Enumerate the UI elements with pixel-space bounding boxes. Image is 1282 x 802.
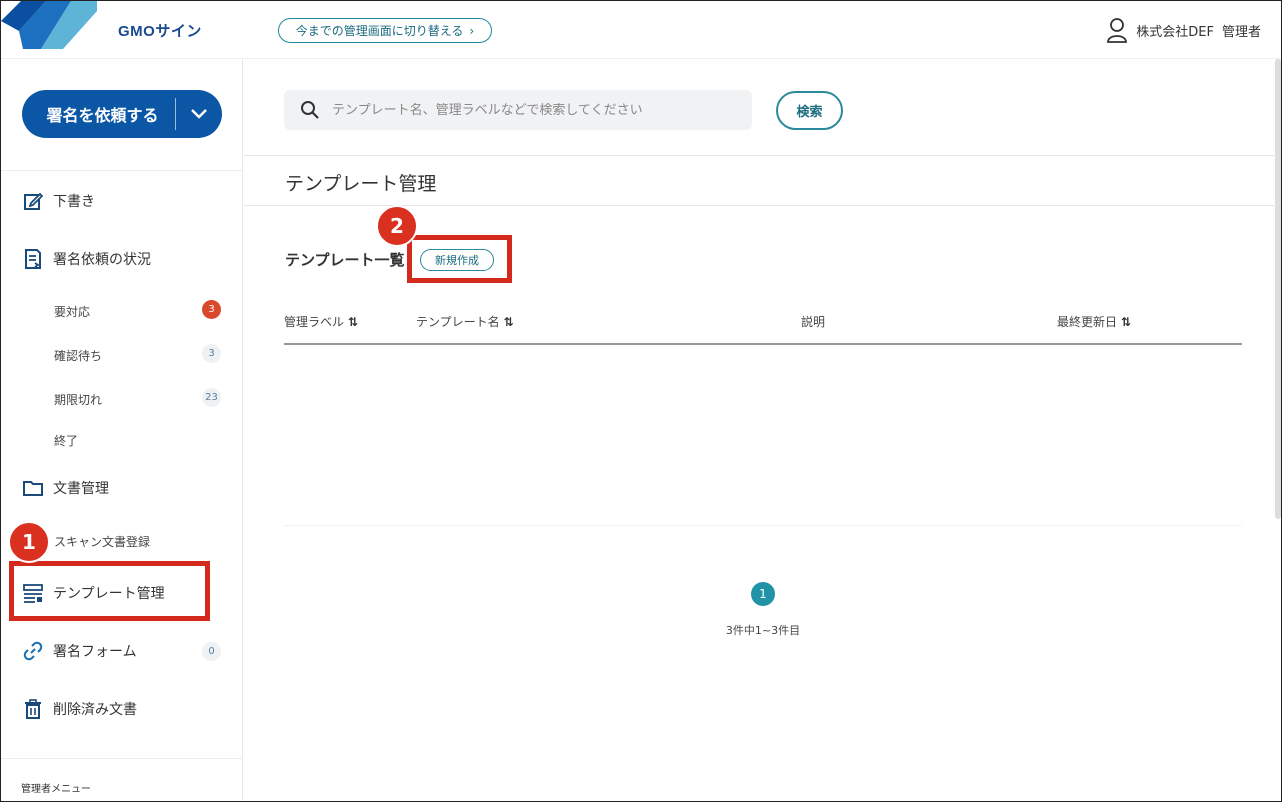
step-badge-2: 2 bbox=[376, 205, 418, 247]
logo-text[interactable]: GMOサイン bbox=[118, 20, 202, 41]
request-signature-label: 署名を依頼する bbox=[46, 106, 159, 125]
column-header-description: 説明 bbox=[801, 313, 825, 330]
table-bottom-line bbox=[284, 525, 1242, 526]
sidebar-item-status[interactable]: 署名依頼の状況 bbox=[23, 249, 151, 269]
column-header-updated[interactable]: 最終更新日 ⇅ bbox=[1057, 313, 1131, 330]
highlight-box-step1 bbox=[9, 561, 210, 621]
user-icon bbox=[1107, 18, 1128, 43]
sidebar-subitem-scan-register[interactable]: スキャン文書登録 bbox=[54, 533, 150, 550]
highlight-box-step2 bbox=[407, 235, 512, 283]
switch-legacy-label: 今までの管理画面に切り替える bbox=[295, 24, 464, 38]
sidebar-item-deleted[interactable]: 削除済み文書 bbox=[23, 699, 137, 719]
search-icon bbox=[301, 101, 319, 119]
sidebar-item-label: 文書管理 bbox=[53, 481, 109, 497]
sidebar-item-label: 署名フォーム bbox=[53, 644, 137, 660]
folder-icon bbox=[23, 481, 43, 496]
sidebar: 署名を依頼する 下書き 署名依頼の状況 要対応 3 確認待ち 3 期限切れ 23… bbox=[1, 59, 243, 801]
document-list-icon bbox=[25, 249, 41, 269]
column-header-template-name[interactable]: テンプレート名 ⇅ bbox=[416, 313, 514, 330]
sidebar-subitem-expired[interactable]: 期限切れ bbox=[54, 391, 102, 408]
chevron-right-icon: › bbox=[469, 23, 475, 38]
count-badge: 23 bbox=[202, 388, 221, 407]
sidebar-divider bbox=[1, 170, 242, 171]
sidebar-item-label: 署名依頼の状況 bbox=[53, 252, 151, 268]
sort-icon: ⇅ bbox=[503, 314, 514, 329]
content-divider bbox=[244, 155, 1277, 156]
column-header-text: 説明 bbox=[801, 315, 826, 329]
sidebar-item-documents[interactable]: 文書管理 bbox=[23, 478, 109, 498]
sidebar-subitem-finished[interactable]: 終了 bbox=[54, 432, 78, 449]
page-title: テンプレート管理 bbox=[285, 173, 437, 195]
template-list-title: テンプレート一覧 bbox=[285, 251, 405, 269]
sidebar-item-label: 削除済み文書 bbox=[53, 702, 137, 718]
user-role: 管理者 bbox=[1221, 24, 1261, 40]
step-badge-1: 1 bbox=[8, 521, 50, 563]
user-menu[interactable]: 株式会社DEF 管理者 bbox=[1106, 17, 1261, 43]
chevron-down-icon[interactable] bbox=[176, 108, 222, 120]
trash-icon bbox=[25, 699, 41, 719]
pagination-info: 3件中1~3件目 bbox=[725, 624, 801, 637]
search-button[interactable]: 検索 bbox=[776, 91, 843, 130]
count-badge: 3 bbox=[202, 300, 221, 319]
scrollbar[interactable] bbox=[1275, 59, 1281, 519]
company-name: 株式会社DEF bbox=[1136, 24, 1214, 40]
search-bar bbox=[284, 90, 752, 130]
sidebar-item-drafts[interactable]: 下書き bbox=[23, 191, 95, 211]
sidebar-subitem-action-required[interactable]: 要対応 bbox=[54, 303, 90, 320]
gmo-logo-icon[interactable] bbox=[1, 1, 101, 51]
app-header: GMOサイン 今までの管理画面に切り替える › 株式会社DEF 管理者 bbox=[1, 1, 1281, 59]
edit-icon bbox=[24, 192, 43, 210]
sort-icon: ⇅ bbox=[348, 314, 359, 329]
sidebar-divider bbox=[1, 758, 242, 759]
column-header-text: 管理ラベル bbox=[284, 315, 345, 329]
pagination-current-page[interactable]: 1 bbox=[751, 582, 775, 606]
column-header-text: テンプレート名 bbox=[416, 315, 500, 329]
column-header-text: 最終更新日 bbox=[1057, 315, 1118, 329]
sidebar-item-signature-form[interactable]: 署名フォーム bbox=[23, 641, 137, 661]
count-badge: 3 bbox=[202, 344, 221, 363]
sort-icon: ⇅ bbox=[1121, 314, 1132, 329]
switch-legacy-button[interactable]: 今までの管理画面に切り替える › bbox=[278, 18, 492, 43]
sidebar-item-label: 下書き bbox=[53, 194, 95, 210]
sidebar-subitem-awaiting[interactable]: 確認待ち bbox=[54, 347, 102, 364]
link-icon bbox=[23, 641, 43, 661]
table-header-line bbox=[284, 343, 1242, 345]
request-signature-button[interactable]: 署名を依頼する bbox=[22, 90, 222, 138]
admin-menu-label[interactable]: 管理者メニュー bbox=[21, 780, 91, 795]
search-input[interactable] bbox=[332, 102, 732, 118]
column-header-label[interactable]: 管理ラベル ⇅ bbox=[284, 313, 358, 330]
count-badge: 0 bbox=[202, 642, 221, 661]
